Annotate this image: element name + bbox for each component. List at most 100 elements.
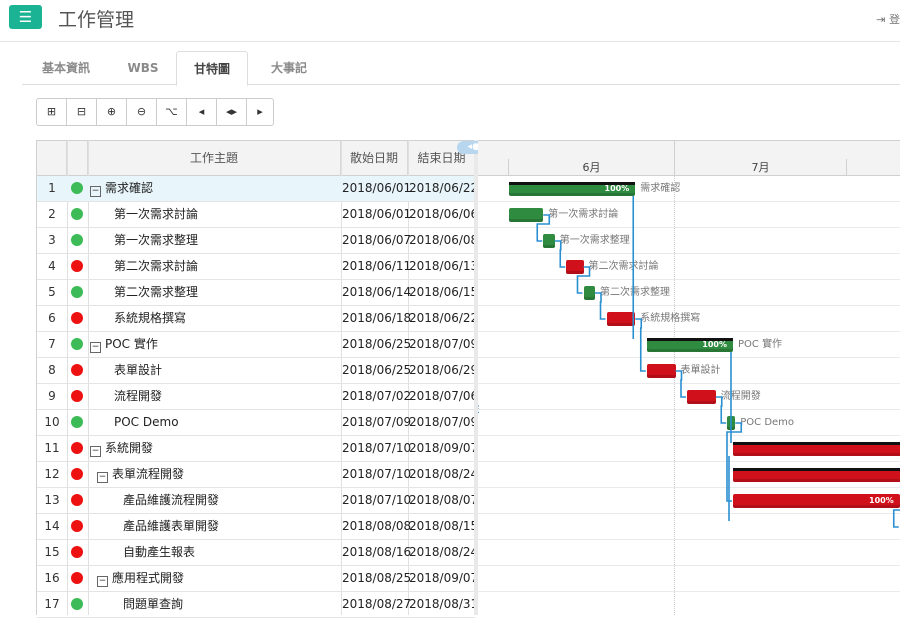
zoom-in-button[interactable]: ⊕ — [97, 99, 127, 125]
menu-toggle-button[interactable]: ☰ — [9, 5, 42, 29]
end-date-cell[interactable]: 2018/08/15 — [409, 514, 478, 539]
table-row[interactable]: 8表單設計2018/06/252018/06/29 — [37, 358, 475, 384]
task-name-cell[interactable]: 系統規格撰寫 — [114, 306, 186, 331]
end-date-cell[interactable]: 2018/08/31 — [409, 592, 478, 617]
start-date-cell[interactable]: 2018/08/27 — [342, 592, 411, 617]
task-name-cell[interactable]: 流程開發 — [114, 384, 162, 409]
start-date-cell[interactable]: 2018/07/09 — [342, 410, 411, 435]
task-name-cell[interactable]: 問題單查詢 — [123, 592, 183, 617]
start-date-cell[interactable]: 2018/06/07 — [342, 228, 411, 253]
start-date-cell[interactable]: 2018/07/10 — [342, 462, 411, 487]
end-date-cell[interactable]: 2018/06/08 — [409, 228, 478, 253]
logout-link[interactable]: ⇥ 登 — [876, 11, 900, 27]
start-date-cell[interactable]: 2018/06/14 — [342, 280, 411, 305]
end-date-cell[interactable]: 2018/06/22 — [409, 306, 478, 331]
task-name-cell[interactable]: 產品維護流程開發 — [123, 488, 219, 513]
task-name-cell[interactable]: 第二次需求討論 — [114, 254, 198, 279]
header-subject[interactable]: 工作主題 — [88, 141, 341, 176]
expand-all-button[interactable]: ⊞ — [37, 99, 67, 125]
task-name-cell[interactable]: −表單流程開發 — [97, 462, 184, 487]
tab-basic-info[interactable]: 基本資訊 — [22, 51, 110, 85]
table-row[interactable]: 4第二次需求討論2018/06/112018/06/13 — [37, 254, 475, 280]
collapse-toggle-icon[interactable]: − — [97, 576, 108, 587]
task-name-cell[interactable]: 第二次需求整理 — [114, 280, 198, 305]
start-date-cell[interactable]: 2018/06/18 — [342, 306, 411, 331]
dependency-link[interactable] — [894, 501, 900, 527]
table-row[interactable]: 5第二次需求整理2018/06/142018/06/15 — [37, 280, 475, 306]
task-name-cell[interactable]: −應用程式開發 — [97, 566, 184, 591]
end-date-cell[interactable]: 2018/08/24 — [409, 462, 478, 487]
table-row[interactable]: 7−POC 實作2018/06/252018/07/09 — [37, 332, 475, 358]
start-date-cell[interactable]: 2018/06/11 — [342, 254, 411, 279]
end-date-cell[interactable]: 2018/06/13 — [409, 254, 478, 279]
end-date-cell[interactable]: 2018/08/07 — [409, 488, 478, 513]
table-row[interactable]: 9 流程開發 2018/07/022018/07/06 — [37, 384, 475, 410]
task-name-cell[interactable]: POC Demo — [114, 410, 179, 435]
table-row[interactable]: 6系統規格撰寫2018/06/182018/06/22 — [37, 306, 475, 332]
status-indicator-icon — [71, 312, 83, 324]
table-row[interactable]: 14產品維護表單開發2018/08/082018/08/15 — [37, 514, 475, 540]
start-date-cell[interactable]: 2018/06/25 — [342, 332, 411, 357]
table-row[interactable]: 10POC Demo2018/07/092018/07/09 — [37, 410, 475, 436]
header-start-date[interactable]: 散始日期 — [341, 141, 408, 176]
collapse-toggle-icon[interactable]: − — [90, 446, 101, 457]
dependency-link[interactable] — [635, 319, 646, 371]
end-date-cell[interactable]: 2018/09/07 — [409, 566, 478, 591]
end-date-cell[interactable]: 2018/07/09 — [409, 410, 478, 435]
table-row[interactable]: 15自動產生報表2018/08/162018/08/24 — [37, 540, 475, 566]
end-date-cell[interactable]: 2018/06/15 — [409, 280, 478, 305]
collapse-toggle-icon[interactable]: − — [97, 472, 108, 483]
fit-button[interactable]: ◂▸ — [217, 99, 247, 125]
status-indicator-icon — [71, 442, 83, 454]
start-date-cell[interactable]: 2018/06/25 — [342, 358, 411, 383]
dependency-link[interactable] — [716, 397, 727, 423]
table-row[interactable]: 13產品維護流程開發2018/07/102018/08/07 — [37, 488, 475, 514]
tab-gantt[interactable]: 甘特圖 — [176, 51, 248, 86]
task-name-cell[interactable]: 表單設計 — [114, 358, 162, 383]
critical-path-button[interactable]: ⌥ — [157, 99, 187, 125]
task-name-cell[interactable]: 第一次需求整理 — [114, 228, 198, 253]
dependency-link[interactable] — [578, 267, 590, 293]
zoom-out-button[interactable]: ⊖ — [127, 99, 157, 125]
start-date-cell[interactable]: 2018/08/25 — [342, 566, 411, 591]
end-date-cell[interactable]: 2018/09/07 — [409, 436, 478, 461]
tab-milestones[interactable]: 大事記 — [248, 51, 330, 85]
start-date-cell[interactable]: 2018/08/08 — [342, 514, 411, 539]
task-name-cell[interactable]: −系統開發 — [90, 436, 153, 461]
row-number: 9 — [37, 384, 67, 409]
task-name-cell[interactable]: 第一次需求討論 — [114, 202, 198, 227]
collapse-toggle-icon[interactable]: − — [90, 186, 101, 197]
dependency-link[interactable] — [676, 371, 687, 397]
end-date-cell[interactable]: 2018/08/24 — [409, 540, 478, 565]
scroll-right-button[interactable]: ▸ — [247, 99, 273, 125]
end-date-cell[interactable]: 2018/07/09 — [409, 332, 478, 357]
start-date-cell[interactable]: 2018/07/10 — [342, 436, 411, 461]
end-date-cell[interactable]: 2018/06/06 — [409, 202, 478, 227]
end-date-cell[interactable]: 2018/07/06 — [409, 384, 478, 409]
task-name-cell[interactable]: −POC 實作 — [90, 332, 158, 357]
start-date-cell[interactable]: 2018/06/01 — [342, 176, 411, 201]
task-name-cell[interactable]: −需求確認 — [90, 176, 153, 201]
table-row[interactable]: 12−表單流程開發2018/07/102018/08/24 — [37, 462, 475, 488]
end-date-cell[interactable]: 2018/06/22 — [409, 176, 478, 201]
table-row[interactable]: 17問題單查詢2018/08/272018/08/31 — [37, 592, 475, 618]
collapse-all-button[interactable]: ⊟ — [67, 99, 97, 125]
start-date-cell[interactable]: 2018/07/02 — [342, 384, 411, 409]
dependency-link[interactable] — [537, 215, 549, 241]
table-row[interactable]: 16−應用程式開發2018/08/252018/09/07 — [37, 566, 475, 592]
start-date-cell[interactable]: 2018/08/16 — [342, 540, 411, 565]
dependency-link[interactable] — [595, 293, 606, 319]
start-date-cell[interactable]: 2018/07/10 — [342, 488, 411, 513]
table-row[interactable]: 11−系統開發2018/07/102018/09/07 — [37, 436, 475, 462]
end-date-cell[interactable]: 2018/06/29 — [409, 358, 478, 383]
table-row[interactable]: 1−需求確認2018/06/012018/06/22 — [37, 176, 475, 202]
dependency-link[interactable] — [555, 241, 566, 267]
table-row[interactable]: 2第一次需求討論2018/06/012018/06/06 — [37, 202, 475, 228]
task-name-cell[interactable]: 產品維護表單開發 — [123, 514, 219, 539]
table-row[interactable]: 3第一次需求整理2018/06/072018/06/08 — [37, 228, 475, 254]
tab-wbs[interactable]: WBS — [110, 51, 176, 85]
collapse-toggle-icon[interactable]: − — [90, 342, 101, 353]
task-name-cell[interactable]: 自動產生報表 — [123, 540, 195, 565]
scroll-left-button[interactable]: ◂ — [187, 99, 217, 125]
start-date-cell[interactable]: 2018/06/01 — [342, 202, 411, 227]
